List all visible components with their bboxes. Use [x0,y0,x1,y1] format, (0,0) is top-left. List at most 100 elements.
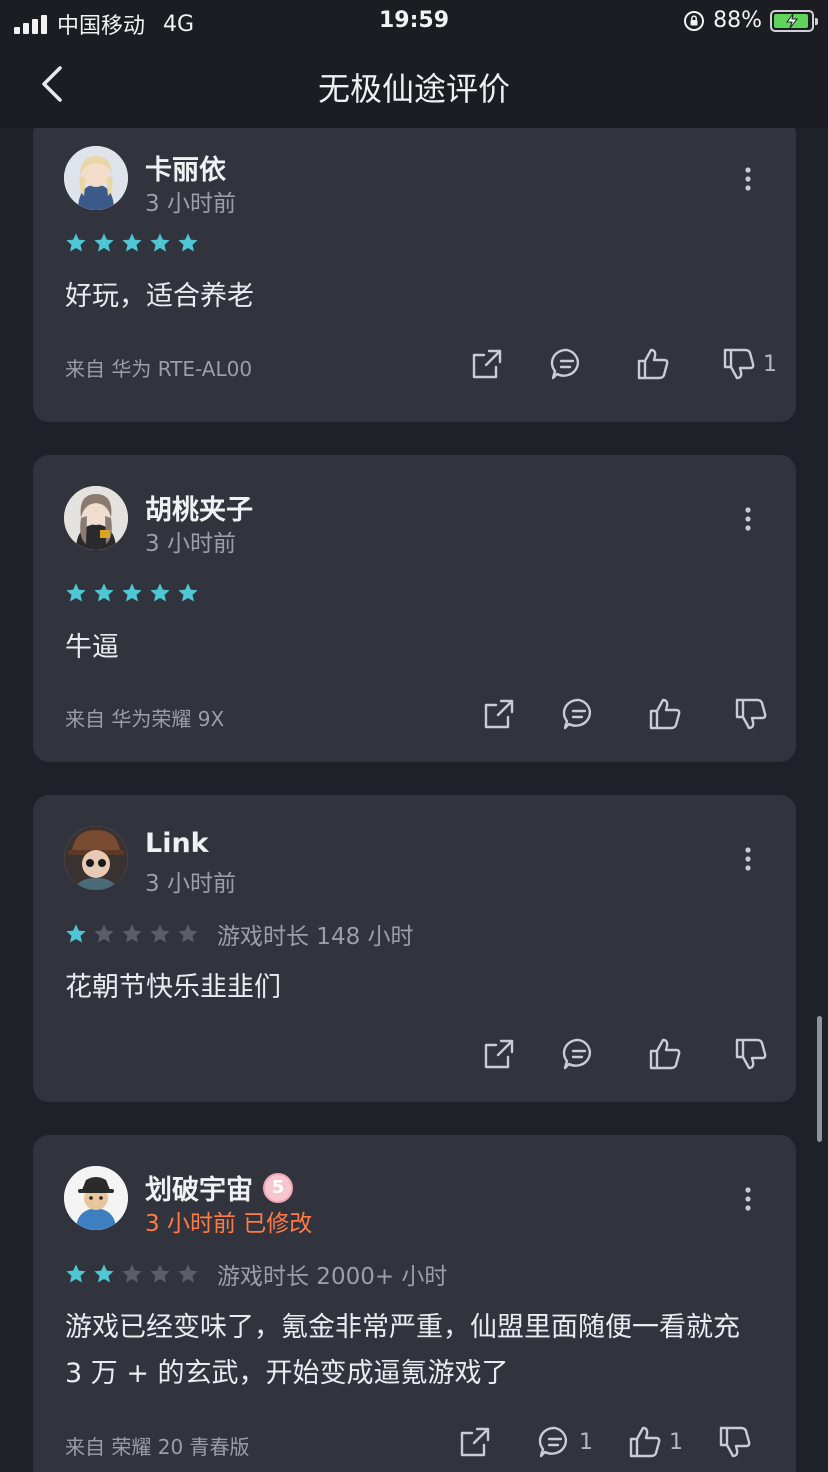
thumbs-up-icon [637,348,669,380]
dislike-button[interactable]: 1 [721,346,777,382]
review-time: 3 小时前 已修改 [145,1211,313,1237]
star-filled-icon [178,583,198,602]
review-card: 卡丽依 3 小时前 好玩，适合养老 来自 华为 RTE-AL00 1 [33,128,796,422]
review-actions: 1 1 [457,1424,759,1460]
star-rating [65,232,199,254]
avatar[interactable] [64,486,128,550]
star-filled-icon [66,924,86,943]
thumbs-up-icon [649,1038,681,1070]
share-button[interactable] [481,1036,517,1072]
dislike-button[interactable] [717,1424,759,1460]
avatar[interactable] [64,826,128,890]
star-empty-icon [150,924,170,943]
share-icon [484,1039,514,1069]
avatar[interactable] [64,1166,128,1230]
star-filled-icon [178,233,198,252]
more-icon[interactable] [738,1186,758,1212]
level-badge: 5 [263,1172,293,1203]
comment-button[interactable] [549,346,591,382]
share-icon [484,699,514,729]
nav-bar: 无极仙途评价 [0,44,828,128]
device-info: 来自 荣耀 20 青春版 [65,1435,250,1459]
star-empty-icon [122,924,142,943]
comment-button[interactable] [561,1036,603,1072]
star-rating [65,1263,199,1285]
rating-row [65,232,199,254]
thumbs-up-icon [649,698,681,730]
review-card: Link 3 小时前 游戏时长 148 小时 花朝节快乐韭韭们 [33,795,796,1102]
dislike-button[interactable] [733,1036,775,1072]
review-card: 划破宇宙 5 3 小时前 已修改 游戏时长 2000+ 小时 游戏已经变味了，氪… [33,1135,796,1472]
star-empty-icon [150,1264,170,1283]
review-text: 花朝节快乐韭韭们 [65,972,281,1003]
device-info: 来自 华为 RTE-AL00 [65,357,253,381]
thumbs-down-icon [735,698,767,730]
review-time: 3 小时前 [145,191,236,217]
dislike-count: 1 [763,351,777,377]
share-button[interactable] [481,696,517,732]
status-right: 88% [683,8,818,33]
star-filled-icon [122,233,142,252]
device-info: 来自 华为荣耀 9X [65,707,225,731]
review-actions: 1 [469,346,777,382]
star-filled-icon [94,1264,114,1283]
rating-row: 游戏时长 148 小时 [65,917,414,951]
thumbs-down-icon [735,1038,767,1070]
star-empty-icon [122,1264,142,1283]
battery-percent: 88% [713,8,762,33]
star-rating [65,923,199,945]
share-icon [460,1427,490,1457]
share-button[interactable] [469,346,505,382]
dislike-button[interactable] [733,696,775,732]
review-time: 3 小时前 [145,871,236,897]
star-empty-icon [178,924,198,943]
like-button[interactable] [647,696,689,732]
like-count: 1 [669,1429,683,1455]
share-button[interactable] [457,1424,493,1460]
star-filled-icon [66,583,86,602]
review-text: 好玩，适合养老 [65,281,254,312]
review-text: 牛逼 [65,632,119,663]
scrollbar[interactable] [817,1016,822,1142]
thumbs-down-icon [723,348,755,380]
comment-icon [562,698,592,730]
star-filled-icon [122,583,142,602]
comment-icon [550,348,580,380]
review-text: 游戏已经变味了，氪金非常严重，仙盟里面随便一看就充 3 万 + 的玄武，开始变成… [65,1312,740,1389]
share-icon [472,349,502,379]
page-title: 无极仙途评价 [317,70,510,108]
rating-row [65,582,199,604]
like-button[interactable] [647,1036,689,1072]
comment-button[interactable] [561,696,603,732]
comment-button[interactable]: 1 [537,1424,593,1460]
more-icon[interactable] [738,166,758,192]
review-actions [481,1036,775,1072]
rotation-lock-icon [684,10,705,31]
thumbs-up-icon [629,1426,661,1458]
star-filled-icon [150,233,170,252]
comment-count: 1 [579,1429,593,1455]
battery-icon [770,9,818,32]
status-bar: 中国移动 4G 19:59 88% [0,0,828,44]
thumbs-down-icon [719,1426,751,1458]
username[interactable]: Link [145,828,209,859]
username[interactable]: 胡桃夹子 [145,488,253,527]
like-button[interactable] [635,346,677,382]
star-filled-icon [66,233,86,252]
avatar[interactable] [64,146,128,210]
star-empty-icon [178,1264,198,1283]
username[interactable]: 卡丽依 [145,148,226,187]
star-filled-icon [150,583,170,602]
like-button[interactable]: 1 [627,1424,683,1460]
username[interactable]: 划破宇宙 5 [145,1168,293,1207]
comment-icon [562,1038,592,1070]
more-icon[interactable] [738,506,758,532]
star-filled-icon [94,583,114,602]
star-rating [65,582,199,604]
review-list[interactable]: 卡丽依 3 小时前 好玩，适合养老 来自 华为 RTE-AL00 1 胡桃夹子 … [0,128,828,1472]
review-actions [481,696,775,732]
playtime: 游戏时长 2000+ 小时 [217,1264,448,1290]
comment-icon [538,1426,568,1458]
more-icon[interactable] [738,846,758,872]
playtime: 游戏时长 148 小时 [217,924,414,950]
